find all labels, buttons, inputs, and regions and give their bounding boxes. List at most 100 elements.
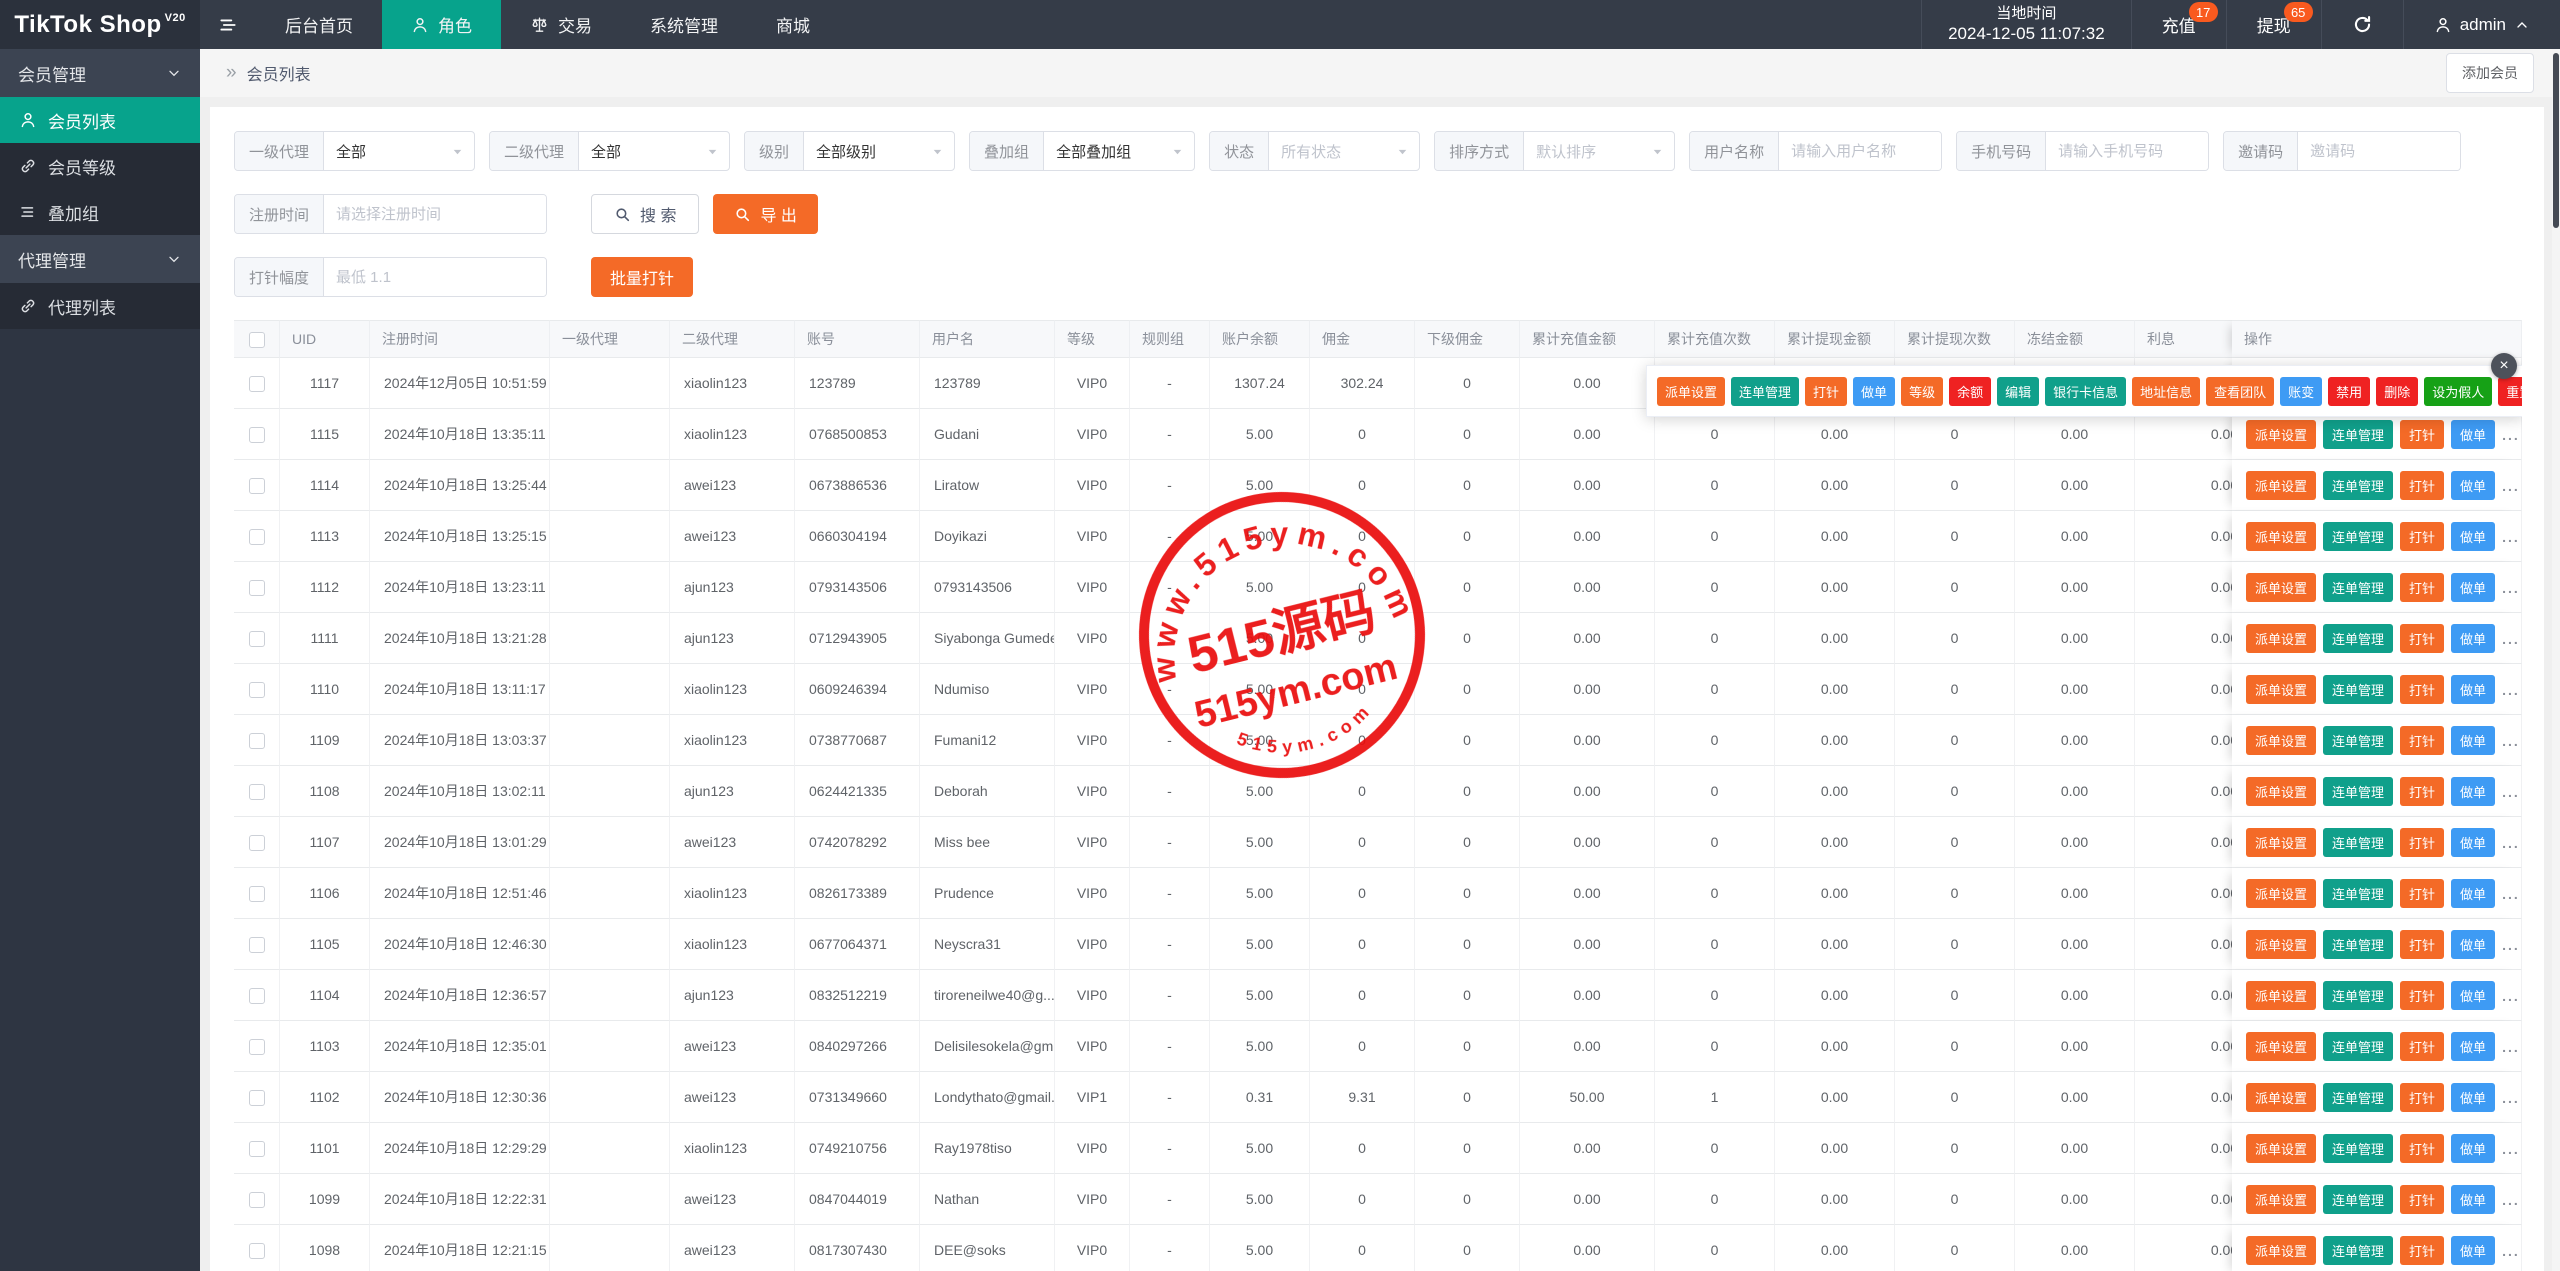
sidebar-item-会员列表[interactable]: 会员列表	[0, 97, 200, 143]
action-button-派单设置[interactable]: 派单设置	[2246, 725, 2317, 755]
row-checkbox[interactable]	[248, 528, 265, 545]
register-time-input[interactable]	[324, 195, 547, 233]
sidebar-toggle-icon[interactable]	[200, 0, 256, 49]
action-button-连单管理[interactable]: 连单管理	[2323, 929, 2394, 959]
row-checkbox[interactable]	[248, 885, 265, 902]
action-button-连单管理[interactable]: 连单管理	[2323, 1235, 2394, 1265]
action-button-打针[interactable]: 打针	[2400, 521, 2445, 551]
more-actions-button[interactable]: ...	[2502, 1243, 2520, 1259]
sidebar-item-代理列表[interactable]: 代理列表	[0, 283, 200, 329]
more-actions-button[interactable]: ...	[2502, 1039, 2520, 1055]
user-menu[interactable]: admin	[2404, 0, 2560, 49]
action-button-派单设置[interactable]: 派单设置	[2246, 1235, 2317, 1265]
action-button-打针[interactable]: 打针	[2400, 1184, 2445, 1214]
action-button-做单[interactable]: 做单	[2451, 776, 2496, 806]
action-button-做单[interactable]: 做单	[2451, 623, 2496, 653]
more-actions-button[interactable]: ...	[2502, 1090, 2520, 1106]
search-button[interactable]: 搜 索	[591, 194, 700, 234]
action-button-打针[interactable]: 打针	[2400, 776, 2445, 806]
action-button-派单设置[interactable]: 派单设置	[2246, 1133, 2317, 1163]
action-button-做单[interactable]: 做单	[2451, 470, 2496, 500]
action-button-派单设置[interactable]: 派单设置	[2246, 623, 2317, 653]
more-actions-button[interactable]: ...	[2502, 988, 2520, 1004]
row-checkbox[interactable]	[248, 1191, 265, 1208]
row-checkbox[interactable]	[248, 1242, 265, 1259]
sidebar-item-叠加组[interactable]: 叠加组	[0, 189, 200, 235]
row-checkbox[interactable]	[248, 936, 265, 953]
action-button-派单设置[interactable]: 派单设置	[2246, 674, 2317, 704]
action-button-派单设置[interactable]: 派单设置	[2246, 521, 2317, 551]
top-menu-item-2[interactable]: 角色	[382, 0, 501, 49]
withdraw-link[interactable]: 提现 65	[2227, 0, 2321, 49]
inject-range-input[interactable]	[324, 258, 547, 296]
sidebar-group-2[interactable]: 代理管理	[0, 235, 200, 283]
row-checkbox[interactable]	[248, 375, 265, 392]
filter-select-field[interactable]: 全部	[579, 132, 729, 170]
top-menu-item-4[interactable]: 系统管理	[621, 0, 747, 49]
filter-select-field[interactable]: 全部	[324, 132, 474, 170]
top-menu-item-5[interactable]: 商城	[747, 0, 839, 49]
action-button-打针[interactable]: 打针	[2400, 419, 2445, 449]
more-actions-button[interactable]: ...	[2502, 835, 2520, 851]
action-button-打针[interactable]: 打针	[2400, 674, 2445, 704]
action-button-连单管理[interactable]: 连单管理	[2323, 1184, 2394, 1214]
action-button-打针[interactable]: 打针	[2400, 929, 2445, 959]
refresh-icon[interactable]	[2322, 0, 2403, 49]
action-button-派单设置[interactable]: 派单设置	[2246, 1031, 2317, 1061]
popup-action-设为假人[interactable]: 设为假人	[2424, 376, 2493, 406]
top-menu-item-1[interactable]: 后台首页	[256, 0, 382, 49]
action-button-派单设置[interactable]: 派单设置	[2246, 776, 2317, 806]
action-button-做单[interactable]: 做单	[2451, 1082, 2496, 1112]
row-checkbox[interactable]	[248, 477, 265, 494]
popup-action-删除[interactable]: 删除	[2376, 376, 2419, 406]
app-logo[interactable]: TikTok Shop V20	[0, 0, 200, 49]
more-actions-button[interactable]: ...	[2502, 1141, 2520, 1157]
row-checkbox[interactable]	[248, 1140, 265, 1157]
batch-inject-button[interactable]: 批量打针	[591, 257, 694, 297]
action-button-连单管理[interactable]: 连单管理	[2323, 725, 2394, 755]
action-button-打针[interactable]: 打针	[2400, 980, 2445, 1010]
row-checkbox[interactable]	[248, 426, 265, 443]
sidebar-group-1[interactable]: 会员管理	[0, 49, 200, 97]
more-actions-button[interactable]: ...	[2502, 1192, 2520, 1208]
action-button-打针[interactable]: 打针	[2400, 572, 2445, 602]
action-button-打针[interactable]: 打针	[2400, 623, 2445, 653]
more-actions-button[interactable]: ...	[2502, 580, 2520, 596]
row-checkbox[interactable]	[248, 1038, 265, 1055]
filter-input-field[interactable]	[2298, 132, 2461, 170]
popup-action-查看团队[interactable]: 查看团队	[2206, 376, 2275, 406]
action-button-连单管理[interactable]: 连单管理	[2323, 1133, 2394, 1163]
more-actions-button[interactable]: ...	[2502, 733, 2520, 749]
action-button-派单设置[interactable]: 派单设置	[2246, 980, 2317, 1010]
popup-action-编辑[interactable]: 编辑	[1997, 376, 2040, 406]
export-button[interactable]: 导 出	[713, 194, 818, 234]
action-button-打针[interactable]: 打针	[2400, 1082, 2445, 1112]
action-button-连单管理[interactable]: 连单管理	[2323, 674, 2394, 704]
action-button-做单[interactable]: 做单	[2451, 1031, 2496, 1061]
action-button-派单设置[interactable]: 派单设置	[2246, 419, 2317, 449]
top-menu-item-3[interactable]: 交易	[501, 0, 621, 49]
popup-action-余额[interactable]: 余额	[1949, 376, 1992, 406]
action-button-打针[interactable]: 打针	[2400, 827, 2445, 857]
more-actions-button[interactable]: ...	[2502, 427, 2520, 443]
row-checkbox[interactable]	[248, 1089, 265, 1106]
action-button-做单[interactable]: 做单	[2451, 980, 2496, 1010]
action-button-做单[interactable]: 做单	[2451, 929, 2496, 959]
action-button-做单[interactable]: 做单	[2451, 1133, 2496, 1163]
popup-action-账变[interactable]: 账变	[2280, 376, 2323, 406]
close-icon[interactable]: ×	[2491, 353, 2517, 379]
action-button-做单[interactable]: 做单	[2451, 1184, 2496, 1214]
filter-select-field[interactable]: 全部叠加组	[1044, 132, 1194, 170]
action-button-派单设置[interactable]: 派单设置	[2246, 572, 2317, 602]
more-actions-button[interactable]: ...	[2502, 478, 2520, 494]
popup-action-银行卡信息[interactable]: 银行卡信息	[2045, 376, 2127, 406]
select-all-checkbox[interactable]	[248, 331, 265, 348]
recharge-link[interactable]: 充值 17	[2132, 0, 2226, 49]
popup-action-连单管理[interactable]: 连单管理	[1731, 376, 1800, 406]
row-checkbox[interactable]	[248, 834, 265, 851]
action-button-做单[interactable]: 做单	[2451, 878, 2496, 908]
action-button-连单管理[interactable]: 连单管理	[2323, 572, 2394, 602]
action-button-连单管理[interactable]: 连单管理	[2323, 827, 2394, 857]
action-button-做单[interactable]: 做单	[2451, 572, 2496, 602]
action-button-连单管理[interactable]: 连单管理	[2323, 521, 2394, 551]
